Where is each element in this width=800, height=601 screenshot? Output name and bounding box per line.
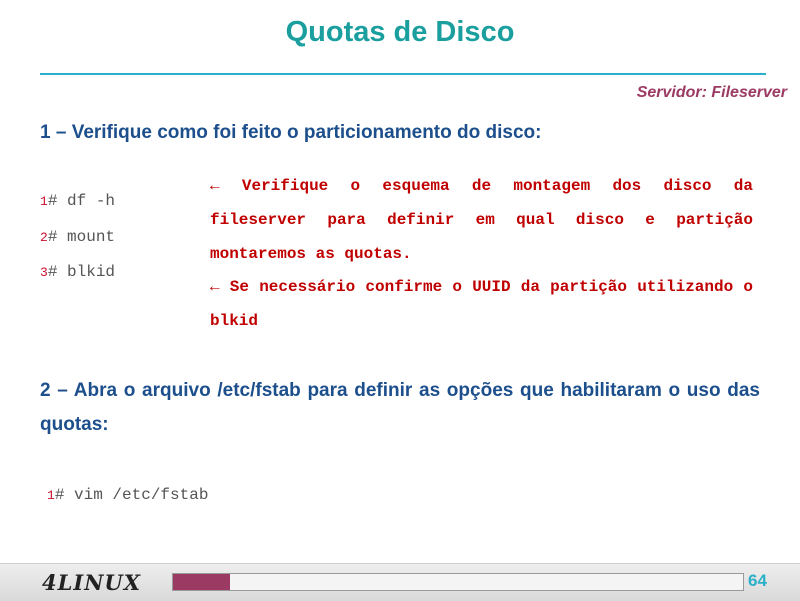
command-text: # vim /etc/fstab bbox=[54, 486, 209, 504]
line-number: 2 bbox=[40, 230, 48, 245]
line-number: 1 bbox=[40, 194, 48, 209]
command-line: 3# blkid bbox=[40, 263, 115, 281]
command-text: # df -h bbox=[47, 192, 116, 210]
slide-progress-fill bbox=[173, 574, 230, 590]
line-number: 1 bbox=[47, 488, 55, 503]
command-line: 1# df -h bbox=[40, 192, 115, 210]
title-divider bbox=[40, 73, 766, 75]
command-text: # blkid bbox=[47, 263, 116, 281]
step-1-instruction: 1 – Verifique como foi feito o particion… bbox=[40, 122, 542, 143]
line-number: 3 bbox=[40, 265, 48, 280]
command-text: # mount bbox=[47, 228, 116, 246]
brand-logo: 4LINUX bbox=[42, 570, 142, 595]
command-line: 2# mount bbox=[40, 228, 115, 246]
page-number: 64 bbox=[748, 571, 767, 590]
step-2-instruction: 2 – Abra o arquivo /etc/fstab para defin… bbox=[40, 380, 760, 435]
server-label: Servidor: Fileserver bbox=[636, 84, 787, 101]
footer-bar: 4LINUX 64 bbox=[0, 563, 800, 601]
note-uuid: ← Se necessário confirme o UUID da parti… bbox=[210, 278, 753, 330]
command-line: 1# vim /etc/fstab bbox=[47, 486, 208, 504]
note-mount-scheme: ← Verifique o esquema de montagem dos di… bbox=[210, 177, 753, 263]
slide-title: Quotas de Disco bbox=[285, 16, 515, 48]
slide-progress-bar bbox=[172, 573, 744, 591]
